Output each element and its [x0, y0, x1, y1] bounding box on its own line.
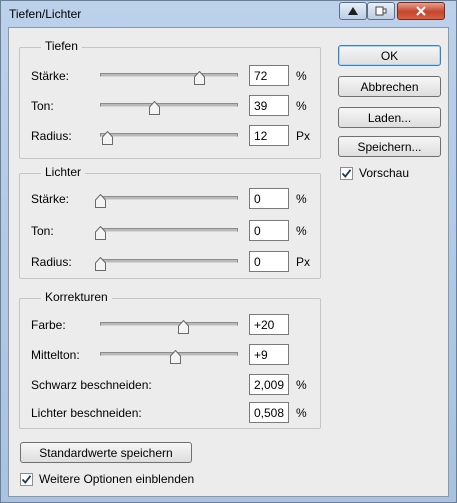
farbe-slider[interactable] [100, 322, 238, 326]
tiefen-radius-unit: Px [296, 129, 311, 143]
save-defaults-button[interactable]: Standardwerte speichern [20, 442, 192, 463]
lichter-staerke-slider-thumb[interactable] [95, 194, 106, 208]
schwarz-beschneiden-label: Schwarz beschneiden: [31, 378, 152, 392]
title-bar[interactable]: Tiefen/Lichter [1, 1, 456, 27]
lichter-staerke-input[interactable] [249, 188, 289, 209]
lichter-beschneiden-unit: % [296, 406, 307, 420]
lichter-beschneiden-label: Lichter beschneiden: [31, 406, 142, 420]
more-options-checkbox-row[interactable]: Weitere Optionen einblenden [20, 472, 194, 486]
lichter-staerke-slider[interactable] [100, 196, 238, 200]
farbe-label: Farbe: [31, 318, 66, 332]
lichter-staerke-row: Stärke: % [20, 188, 320, 210]
tiefen-staerke-input[interactable] [249, 65, 289, 86]
mittelton-input[interactable] [249, 344, 289, 365]
mittelton-row: Mittelton: [20, 344, 320, 366]
schwarz-beschneiden-unit: % [296, 378, 307, 392]
tiefen-staerke-label: Stärke: [31, 69, 70, 83]
lichter-radius-slider-thumb[interactable] [95, 257, 106, 271]
tiefen-staerke-slider-thumb[interactable] [194, 71, 206, 85]
lichter-ton-slider-thumb[interactable] [95, 226, 106, 240]
collapse-button[interactable] [339, 2, 367, 20]
close-icon [416, 6, 426, 16]
mittelton-label: Mittelton: [31, 348, 80, 362]
preview-label: Vorschau [359, 166, 410, 180]
lichter-radius-row: Radius: Px [20, 251, 320, 273]
lichter-ton-slider[interactable] [100, 228, 238, 232]
tiefen-group: Tiefen Stärke: % Ton: % Radius: Px [19, 39, 321, 159]
pin-icon [375, 6, 387, 16]
lichter-radius-label: Radius: [31, 255, 72, 269]
farbe-row: Farbe: [20, 314, 320, 336]
korrekturen-group: Korrekturen Farbe: Mittelton: Schwarz be… [19, 290, 321, 429]
tiefen-group-title: Tiefen [41, 39, 82, 53]
tiefen-ton-slider-thumb[interactable] [148, 101, 160, 115]
ok-button[interactable]: OK [338, 45, 441, 66]
tiefen-staerke-row: Stärke: % [20, 65, 320, 87]
lichter-radius-unit: Px [296, 255, 311, 269]
window-title: Tiefen/Lichter [9, 7, 82, 21]
pin-button[interactable] [367, 2, 395, 20]
schwarz-beschneiden-input[interactable] [249, 374, 289, 395]
save-button[interactable]: Speichern... [338, 136, 441, 157]
lichter-ton-input[interactable] [249, 220, 289, 241]
farbe-input[interactable] [249, 314, 289, 335]
lichter-beschneiden-input[interactable] [249, 402, 289, 423]
lichter-beschneiden-row: Lichter beschneiden: % [20, 402, 320, 424]
tiefen-staerke-unit: % [296, 69, 307, 83]
lichter-radius-input[interactable] [249, 251, 289, 272]
triangle-up-icon [348, 7, 358, 15]
tiefen-radius-input[interactable] [249, 125, 289, 146]
cancel-button[interactable]: Abbrechen [338, 76, 441, 97]
tiefen-ton-input[interactable] [249, 95, 289, 116]
lichter-group: Lichter Stärke: % Ton: % Radius: Px [19, 165, 321, 279]
mittelton-slider[interactable] [100, 352, 238, 356]
tiefen-ton-row: Ton: % [20, 95, 320, 117]
tiefen-radius-label: Radius: [31, 129, 72, 143]
dialog-body: Tiefen Stärke: % Ton: % Radius: Px [8, 27, 449, 497]
preview-checkbox-row[interactable]: Vorschau [340, 166, 409, 180]
checkmark-icon [21, 474, 32, 484]
tiefen-radius-slider-thumb[interactable] [101, 131, 113, 145]
dialog-window: Tiefen/Lichter Tiefen Stärke: % Ton: [0, 0, 457, 503]
lichter-ton-unit: % [296, 224, 307, 238]
tiefen-ton-label: Ton: [31, 99, 54, 113]
lichter-ton-label: Ton: [31, 224, 54, 238]
lichter-ton-row: Ton: % [20, 220, 320, 242]
tiefen-staerke-slider[interactable] [100, 73, 238, 77]
more-options-label: Weitere Optionen einblenden [39, 472, 195, 486]
more-options-checkbox[interactable] [20, 472, 33, 486]
tiefen-radius-slider[interactable] [100, 133, 238, 137]
load-button[interactable]: Laden... [338, 107, 441, 128]
schwarz-beschneiden-row: Schwarz beschneiden: % [20, 374, 320, 396]
mittelton-slider-thumb[interactable] [170, 350, 182, 364]
tiefen-radius-row: Radius: Px [20, 125, 320, 147]
lichter-radius-slider[interactable] [100, 259, 238, 263]
checkmark-icon [341, 168, 352, 178]
lichter-staerke-label: Stärke: [31, 192, 70, 206]
korrekturen-group-title: Korrekturen [41, 290, 112, 304]
close-button[interactable] [397, 2, 445, 20]
tiefen-ton-slider[interactable] [100, 103, 238, 107]
lichter-staerke-unit: % [296, 192, 307, 206]
farbe-slider-thumb[interactable] [177, 320, 189, 334]
lichter-group-title: Lichter [41, 165, 86, 179]
tiefen-ton-unit: % [296, 99, 307, 113]
preview-checkbox[interactable] [340, 166, 353, 180]
